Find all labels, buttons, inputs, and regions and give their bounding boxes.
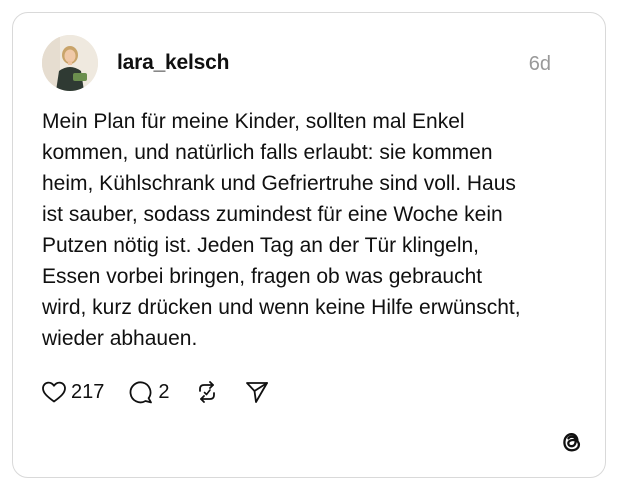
threads-logo-icon[interactable] bbox=[559, 429, 585, 455]
avatar-image bbox=[42, 35, 98, 91]
username[interactable]: lara_kelsch bbox=[117, 51, 229, 75]
repost-button[interactable] bbox=[194, 379, 220, 405]
comment-icon bbox=[129, 381, 153, 404]
like-button[interactable]: 217 bbox=[41, 380, 104, 404]
post-card: lara_kelsch 6d Mein Plan für meine Kinde… bbox=[12, 12, 606, 478]
share-button[interactable] bbox=[244, 379, 270, 405]
post-time[interactable]: 6d bbox=[529, 53, 551, 76]
post-text: Mein Plan für meine Kinder, sollten mal … bbox=[42, 110, 521, 350]
avatar[interactable] bbox=[42, 35, 98, 91]
like-count: 217 bbox=[71, 380, 105, 403]
repost-icon bbox=[198, 381, 215, 403]
reply-count: 2 bbox=[158, 380, 170, 403]
action-bar: 217 2 bbox=[41, 378, 294, 406]
reply-button[interactable]: 2 bbox=[128, 379, 170, 405]
send-icon bbox=[245, 382, 268, 403]
heart-icon bbox=[42, 381, 66, 403]
